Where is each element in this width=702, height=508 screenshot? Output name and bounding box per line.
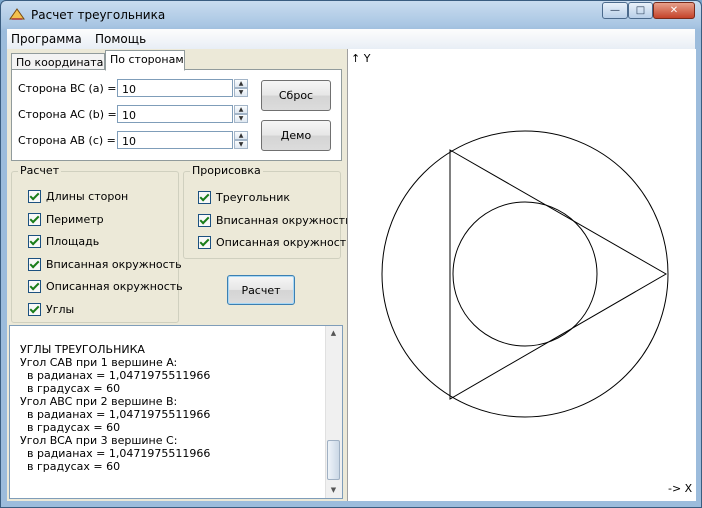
output-line: Угол ABC при 2 вершине B: bbox=[20, 395, 178, 408]
close-button[interactable]: ✕ bbox=[653, 2, 695, 19]
output-line: в радианах = 1,0471975511966 bbox=[20, 408, 211, 421]
maximize-button[interactable]: □ bbox=[628, 2, 653, 19]
checkmark-icon bbox=[198, 213, 211, 227]
draw-group: Прорисовка Треугольник Вписанная окружно… bbox=[183, 164, 353, 259]
calc-circumcircle-checkbox[interactable]: Описанная окружность bbox=[28, 279, 183, 293]
triangle bbox=[449, 149, 668, 400]
draw-triangle-checkbox[interactable]: Треугольник bbox=[198, 190, 290, 204]
side-a-label: Сторона BC (a) = bbox=[18, 82, 117, 95]
menu-program[interactable]: Программа bbox=[11, 32, 82, 46]
output-line: в градусах = 60 bbox=[20, 421, 121, 434]
scroll-thumb[interactable] bbox=[327, 440, 340, 480]
checkbox-label: Описанная окружность bbox=[216, 235, 353, 249]
calculate-button[interactable]: Расчет bbox=[227, 275, 295, 305]
checkbox-label: Описанная окружность bbox=[46, 279, 183, 293]
output-line: в радианах = 1,0471975511966 bbox=[20, 369, 211, 382]
side-a-input[interactable]: 10 bbox=[117, 79, 233, 97]
menu-help[interactable]: Помощь bbox=[95, 32, 146, 46]
output-line: в радианах = 1,0471975511966 bbox=[20, 447, 211, 460]
spin-up-icon: ▲ bbox=[238, 132, 244, 139]
circumcircle bbox=[381, 130, 669, 418]
side-c-label: Сторона AB (c) = bbox=[18, 134, 116, 147]
output-scrollbar[interactable]: ▲ ▼ bbox=[325, 326, 342, 498]
minimize-button[interactable]: — bbox=[602, 2, 628, 19]
side-b-label: Сторона AC (b) = bbox=[18, 108, 117, 121]
checkbox-label: Площадь bbox=[46, 234, 100, 248]
x-axis-label: -> X bbox=[668, 482, 693, 495]
checkbox-label: Вписанная окружность bbox=[216, 213, 352, 227]
checkbox-label: Вписанная окружность bbox=[46, 257, 182, 271]
calc-group: Расчет Длины сторон Периметр Площадь Впи… bbox=[11, 164, 183, 323]
scroll-up-icon[interactable]: ▲ bbox=[327, 327, 340, 340]
tab-by-sides[interactable]: По сторонам bbox=[105, 50, 185, 71]
scroll-down-icon[interactable]: ▼ bbox=[327, 484, 340, 497]
side-b-up[interactable]: ▲ bbox=[234, 105, 248, 114]
draw-circumcircle-checkbox[interactable]: Описанная окружность bbox=[198, 235, 353, 249]
spin-up-icon: ▲ bbox=[238, 80, 244, 87]
checkbox-label: Периметр bbox=[46, 212, 104, 226]
checkmark-icon bbox=[28, 279, 41, 293]
side-a-up[interactable]: ▲ bbox=[234, 79, 248, 88]
maximize-icon: □ bbox=[635, 5, 646, 16]
minimize-icon: — bbox=[610, 5, 620, 16]
side-a-down[interactable]: ▼ bbox=[234, 88, 248, 97]
calc-area-checkbox[interactable]: Площадь bbox=[28, 234, 99, 248]
output-textbox[interactable]: УГЛЫ ТРЕУГОЛЬНИКА Угол CAB при 1 вершине… bbox=[9, 325, 343, 499]
incircle bbox=[452, 201, 598, 347]
output-line: Угол BCA при 3 вершине C: bbox=[20, 434, 178, 447]
sides-tab-panel: Сторона BC (a) = 10 ▲ ▼ Сторона AC (b) =… bbox=[11, 69, 342, 161]
checkbox-label: Треугольник bbox=[216, 190, 290, 204]
side-c-input[interactable]: 10 bbox=[117, 131, 233, 149]
checkbox-label: Углы bbox=[46, 302, 75, 316]
menu-bar: Программа Помощь bbox=[7, 29, 695, 50]
draw-group-title: Прорисовка bbox=[190, 164, 263, 177]
calc-group-title: Расчет bbox=[18, 164, 62, 177]
calc-angles-checkbox[interactable]: Углы bbox=[28, 302, 74, 316]
window-title: Расчет треугольника bbox=[31, 8, 166, 22]
checkmark-icon bbox=[198, 235, 211, 249]
spin-down-icon: ▼ bbox=[238, 115, 244, 122]
triangle-app-icon bbox=[9, 8, 25, 20]
side-c-down[interactable]: ▼ bbox=[234, 140, 248, 149]
output-line: в градусах = 60 bbox=[20, 382, 121, 395]
calc-side-lengths-checkbox[interactable]: Длины сторон bbox=[28, 189, 128, 203]
spin-up-icon: ▲ bbox=[238, 106, 244, 113]
side-b-down[interactable]: ▼ bbox=[234, 114, 248, 123]
calc-perimeter-checkbox[interactable]: Периметр bbox=[28, 212, 104, 226]
drawing-canvas[interactable]: ↑ Y -> X bbox=[347, 49, 696, 501]
checkmark-icon bbox=[198, 190, 211, 204]
spin-down-icon: ▼ bbox=[238, 89, 244, 96]
checkmark-icon bbox=[28, 234, 41, 248]
calc-incircle-checkbox[interactable]: Вписанная окружность bbox=[28, 257, 182, 271]
output-line: Угол CAB при 1 вершине A: bbox=[20, 356, 178, 369]
demo-button[interactable]: Демо bbox=[261, 120, 331, 151]
checkmark-icon bbox=[28, 302, 41, 316]
draw-incircle-checkbox[interactable]: Вписанная окружность bbox=[198, 213, 352, 227]
checkmark-icon bbox=[28, 257, 41, 271]
app-window: Расчет треугольника — □ ✕ Программа Помо… bbox=[0, 0, 702, 508]
client-area: По координатам По сторонам Сторона BC (a… bbox=[7, 49, 696, 501]
checkmark-icon bbox=[28, 189, 41, 203]
checkmark-icon bbox=[28, 212, 41, 226]
side-c-up[interactable]: ▲ bbox=[234, 131, 248, 140]
left-pane: По координатам По сторонам Сторона BC (a… bbox=[7, 49, 353, 501]
reset-button[interactable]: Сброс bbox=[261, 80, 331, 111]
triangle-drawing bbox=[381, 130, 669, 418]
checkbox-label: Длины сторон bbox=[46, 189, 129, 203]
spin-down-icon: ▼ bbox=[238, 141, 244, 148]
output-line: в градусах = 60 bbox=[20, 460, 121, 473]
title-bar[interactable]: Расчет треугольника — □ ✕ bbox=[1, 1, 701, 29]
side-b-input[interactable]: 10 bbox=[117, 105, 233, 123]
output-line: УГЛЫ ТРЕУГОЛЬНИКА bbox=[20, 343, 145, 356]
close-icon: ✕ bbox=[669, 5, 679, 16]
